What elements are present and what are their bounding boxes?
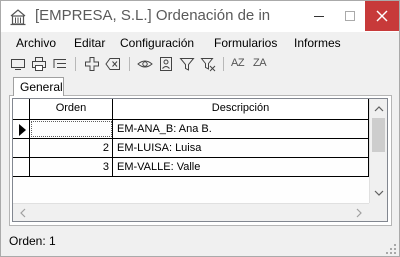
vertical-scrollbar[interactable] — [369, 99, 387, 203]
row-indicator-cell — [13, 158, 30, 177]
menu-archivo[interactable]: Archivo — [16, 36, 56, 50]
menu-configuracion[interactable]: Configuración — [120, 36, 194, 50]
table-row[interactable]: EM-ANA_B: Ana B. — [13, 120, 369, 139]
building-icon — [10, 9, 26, 26]
column-header-descripcion[interactable]: Descripción — [113, 99, 369, 120]
clear-filter-icon[interactable] — [200, 56, 216, 72]
row-indicator-cell — [13, 139, 30, 158]
display-icon[interactable] — [10, 56, 26, 72]
current-row-icon — [19, 124, 26, 136]
table-row[interactable]: 3 EM-VALLE: Valle — [13, 158, 369, 177]
add-icon[interactable] — [84, 56, 100, 72]
column-header-orden[interactable]: Orden — [30, 99, 113, 120]
scrollbar-corner — [369, 203, 387, 221]
close-button[interactable] — [365, 1, 399, 31]
menu-editar[interactable]: Editar — [74, 36, 105, 50]
vertical-scroll-thumb[interactable] — [372, 118, 385, 152]
menu-bar: Archivo Editar Configuración Formularios… — [1, 32, 399, 54]
user-card-icon[interactable] — [158, 56, 174, 72]
data-grid: Orden Descripción EM-ANA_B: Ana B. 2 EM-… — [12, 98, 388, 222]
table-row[interactable]: 2 EM-LUISA: Luisa — [13, 139, 369, 158]
sort-ascending-button[interactable]: AZ — [231, 57, 245, 69]
header-indicator-cell — [13, 99, 30, 120]
status-bar: Orden: 1 — [1, 229, 399, 256]
tab-general[interactable]: General — [13, 77, 64, 96]
app-window: [EMPRESA, S.L.] Ordenación de info... Ar… — [0, 0, 400, 257]
maximize-button[interactable] — [335, 1, 369, 31]
maximize-icon — [345, 11, 355, 21]
status-text: Orden: 1 — [9, 234, 56, 248]
scroll-up-icon[interactable] — [371, 101, 387, 117]
resize-grip-icon[interactable] — [385, 243, 397, 255]
toolbar-separator — [223, 57, 224, 71]
menu-formularios[interactable]: Formularios — [214, 36, 277, 50]
orden-cell[interactable]: 3 — [30, 158, 113, 177]
orden-cell[interactable]: 2 — [30, 139, 113, 158]
descripcion-cell[interactable]: EM-ANA_B: Ana B. — [113, 120, 369, 139]
close-icon — [376, 10, 388, 22]
toolbar: AZ ZA — [1, 54, 399, 74]
view-icon[interactable] — [137, 56, 153, 72]
toolbar-separator — [75, 57, 76, 71]
minimize-button[interactable] — [302, 1, 336, 31]
list-icon[interactable] — [52, 56, 68, 72]
window-title: [EMPRESA, S.L.] Ordenación de info... — [35, 7, 270, 24]
row-indicator-cell — [13, 120, 30, 139]
title-bar[interactable]: [EMPRESA, S.L.] Ordenación de info... — [1, 1, 399, 32]
scroll-down-icon[interactable] — [371, 185, 387, 201]
descripcion-cell[interactable]: EM-LUISA: Luisa — [113, 139, 369, 158]
descripcion-cell[interactable]: EM-VALLE: Valle — [113, 158, 369, 177]
scroll-right-icon[interactable] — [351, 205, 367, 221]
sort-descending-button[interactable]: ZA — [253, 57, 267, 69]
grid-body: Orden Descripción EM-ANA_B: Ana B. 2 EM-… — [13, 99, 369, 204]
filter-icon[interactable] — [179, 56, 195, 72]
scroll-left-icon[interactable] — [15, 205, 31, 221]
minimize-icon — [314, 16, 324, 17]
delete-icon[interactable] — [105, 56, 121, 72]
menu-informes[interactable]: Informes — [294, 36, 341, 50]
focus-rectangle — [31, 121, 112, 137]
horizontal-scrollbar[interactable] — [13, 203, 369, 221]
toolbar-separator — [129, 57, 130, 71]
print-icon[interactable] — [31, 56, 47, 72]
